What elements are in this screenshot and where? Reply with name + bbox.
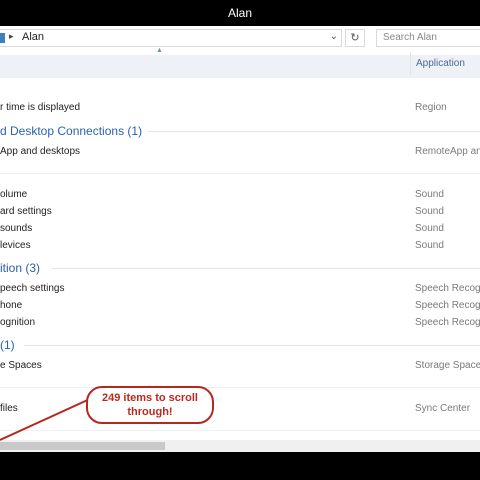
list-item-app: Speech Recogn [415,317,480,328]
group-header-remote-desktop[interactable]: d Desktop Connections (1) [0,124,142,138]
list-item-app: Region [415,102,447,113]
group-divider [24,345,480,346]
section-separator [0,173,480,174]
list-item-app: Sound [415,189,444,200]
bottom-frame [0,452,480,480]
folder-icon [0,33,5,43]
breadcrumb-arrow-icon[interactable]: ▸ [9,31,14,42]
group-header-storage-spaces[interactable]: (1) [0,338,15,352]
list-item[interactable]: levices [0,240,31,251]
search-placeholder: Search Alan [383,32,437,43]
section-separator [0,387,480,388]
annotation-callout: 249 items to scroll through! [86,386,214,424]
list-item-app: Sync Center [415,403,471,414]
list-item[interactable]: ognition [0,317,35,328]
list-item[interactable]: hone [0,300,22,311]
group-divider [52,268,480,269]
window-title: Alan [227,6,253,20]
sort-arrow-icon[interactable]: ▲ [156,47,163,54]
group-divider [148,131,480,132]
list-item[interactable]: peech settings [0,283,65,294]
list-item[interactable]: sounds [0,223,32,234]
list-item[interactable]: e Spaces [0,360,42,371]
list-item-app: Storage Spaces [415,360,480,371]
scrollbar-thumb[interactable] [0,442,165,450]
callout-line-1: 249 items to scroll [102,392,198,404]
list-item-app: Speech Recogn [415,283,480,294]
explorer-window: ▸ Alan ⌄ ↻ Search Alan [0,26,480,452]
section-separator [0,430,480,431]
column-header-label: Application [416,58,465,69]
column-header-bar [0,55,480,78]
refresh-button[interactable]: ↻ [345,29,365,47]
list-item[interactable]: r time is displayed [0,102,80,113]
address-dropdown-icon[interactable]: ⌄ [330,31,338,42]
list-item-app: Sound [415,206,444,217]
search-input[interactable]: Search Alan [376,29,480,47]
callout-line-2: through! [127,406,173,418]
list-item-app: Speech Recogn [415,300,480,311]
list-item[interactable]: App and desktops [0,146,80,157]
refresh-icon: ↻ [350,32,360,44]
list-item[interactable]: ard settings [0,206,52,217]
column-header-application[interactable]: Application [410,52,480,76]
group-header-speech-recognition[interactable]: ition (3) [0,261,40,275]
list-item[interactable]: files [0,403,18,414]
horizontal-scrollbar[interactable] [0,440,480,452]
list-item-app: Sound [415,240,444,251]
address-row: ▸ Alan ⌄ ↻ Search Alan [0,26,480,50]
window-title-bar: Alan [0,0,480,26]
address-bar[interactable]: ▸ Alan ⌄ [0,29,342,47]
list-item-app: RemoteApp and [415,146,480,157]
list-item[interactable]: olume [0,189,27,200]
list-item-app: Sound [415,223,444,234]
breadcrumb-alan[interactable]: Alan [22,31,44,43]
